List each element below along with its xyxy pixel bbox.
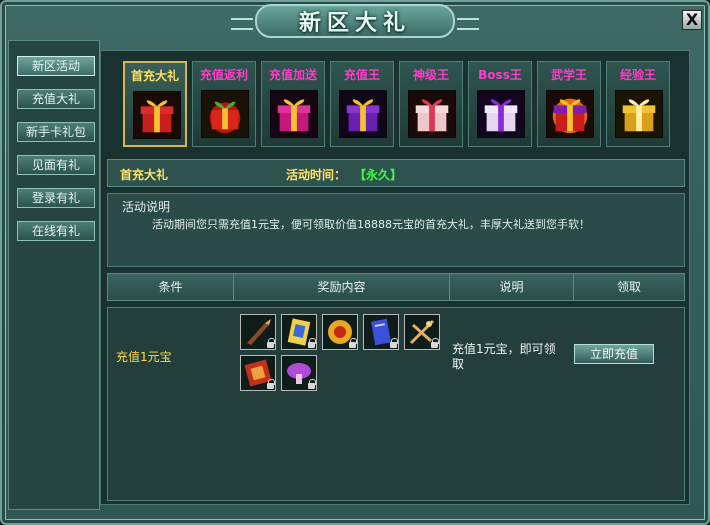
gift-purple-gold-icon: [339, 90, 387, 138]
tab-first-recharge[interactable]: 首充大礼: [123, 61, 187, 147]
gift-magenta-icon: [270, 90, 318, 138]
tab-boss-king[interactable]: Boss王: [468, 61, 532, 147]
tab-recharge-rebate[interactable]: 充值返利: [192, 61, 256, 147]
tab-label: 充值返利: [199, 68, 248, 82]
sidebar-item-recharge-gift[interactable]: 充值大礼: [17, 89, 95, 109]
tab-recharge-king[interactable]: 充值王: [330, 61, 394, 147]
column-condition: 条件: [108, 274, 234, 300]
sidebar-item-new-server[interactable]: 新区活动: [17, 56, 95, 76]
activity-time-value: 【永久】: [354, 168, 403, 182]
reward-item[interactable]: [363, 314, 399, 350]
gift-violet-icon: [477, 90, 525, 138]
activity-tabs: 首充大礼 充值返利 充值加送 充值王 神级王 Boss王 武学王 经验王: [123, 61, 691, 147]
reward-item[interactable]: [322, 314, 358, 350]
column-claim: 领取: [616, 280, 641, 294]
sidebar-item-online-gift[interactable]: 在线有礼: [17, 221, 95, 241]
tab-label: 经验王: [619, 68, 656, 82]
recharge-now-button[interactable]: 立即充值: [574, 344, 654, 364]
column-rewards: 奖励内容: [234, 274, 450, 300]
tab-label: 充值加送: [268, 68, 317, 82]
tab-god-king[interactable]: 神级王: [399, 61, 463, 147]
window-title: 新区大礼: [298, 10, 411, 36]
main-panel: 首充大礼 充值返利 充值加送 充值王 神级王 Boss王 武学王 经验王 首充大…: [100, 50, 690, 505]
tab-label: 武学王: [550, 68, 587, 82]
reward-item[interactable]: [281, 314, 317, 350]
sidebar-item-newbie-card[interactable]: 新手卡礼包: [17, 122, 95, 142]
lock-icon: [390, 338, 398, 348]
sidebar-item-login-gift[interactable]: 登录有礼: [17, 188, 95, 208]
condition-text: 充值1元宝: [116, 350, 172, 364]
reward-item[interactable]: [240, 314, 276, 350]
activity-time-label: 活动时间：: [286, 168, 347, 182]
sidebar: 新区活动 充值大礼 新手卡礼包 见面有礼 登录有礼 在线有礼: [8, 40, 100, 510]
reward-item[interactable]: [281, 355, 317, 391]
lock-icon: [431, 338, 439, 348]
gift-green-red-icon: [201, 90, 249, 138]
tab-recharge-bonus[interactable]: 充值加送: [261, 61, 325, 147]
description-text: 活动期间您只需充值1元宝，便可领取价值18888元宝的首充大礼，丰厚大礼送到您手…: [152, 218, 590, 231]
reward-item[interactable]: [240, 355, 276, 391]
gift-red-orange-icon: [546, 90, 594, 138]
tab-label: 首充大礼: [130, 69, 179, 83]
sidebar-item-meet-gift[interactable]: 见面有礼: [17, 155, 95, 175]
tab-martial-king[interactable]: 武学王: [537, 61, 601, 147]
close-button[interactable]: X: [682, 10, 702, 30]
column-note: 说明: [450, 274, 574, 300]
gift-gold-icon: [615, 90, 663, 138]
tab-label: Boss王: [478, 68, 522, 82]
title-plate: 新区大礼: [231, 4, 479, 38]
reward-table-header: 条件 奖励内容 说明 领取: [107, 273, 685, 301]
tab-label: 充值王: [343, 68, 380, 82]
description-title: 活动说明: [122, 200, 171, 214]
gift-red-gold-icon: [133, 91, 181, 139]
reward-note: 充值1元宝，即可领取: [452, 342, 556, 371]
lock-icon: [308, 338, 316, 348]
gift-pink-icon: [408, 90, 456, 138]
activity-info-row: 首充大礼 活动时间： 【永久】: [107, 159, 685, 187]
lock-icon: [267, 379, 275, 389]
lock-icon: [349, 338, 357, 348]
reward-table-row: 充值1元宝 充值1元宝，即可领取 立即充值: [107, 307, 685, 501]
tab-exp-king[interactable]: 经验王: [606, 61, 670, 147]
reward-item[interactable]: [404, 314, 440, 350]
lock-icon: [308, 379, 316, 389]
lock-icon: [267, 338, 275, 348]
activity-description: 活动说明 活动期间您只需充值1元宝，便可领取价值18888元宝的首充大礼，丰厚大…: [107, 193, 685, 267]
tab-label: 神级王: [412, 68, 449, 82]
activity-name: 首充大礼: [120, 168, 169, 182]
